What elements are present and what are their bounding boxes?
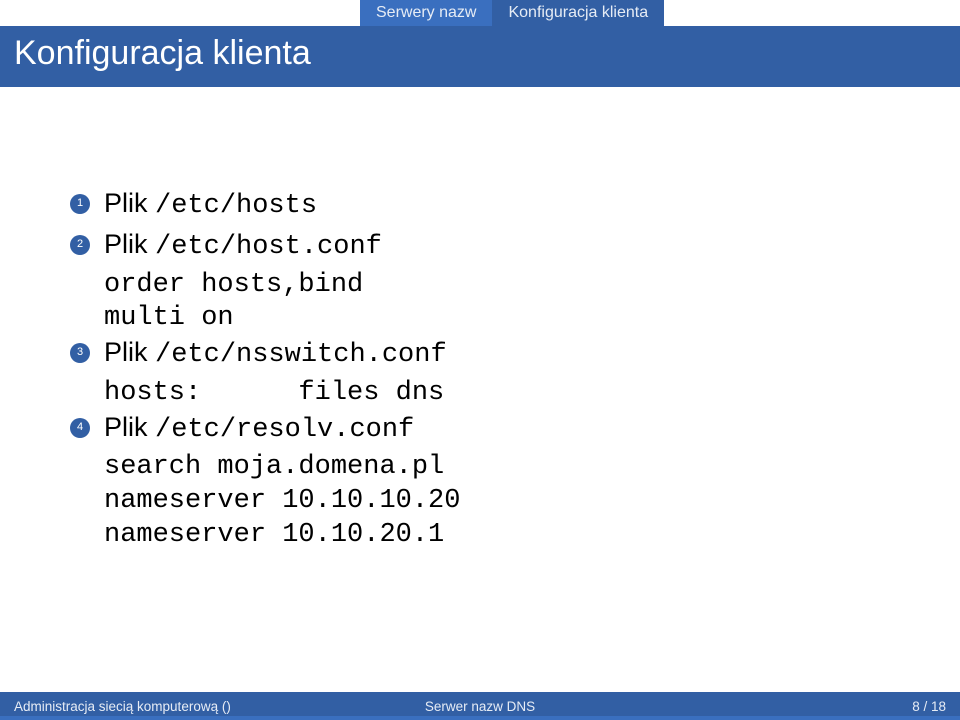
code-line: order hosts,bind xyxy=(104,269,920,303)
code-line: hosts: files dns xyxy=(104,377,920,411)
item-text: Plik /etc/resolv.conf xyxy=(104,411,414,448)
item-text: Plik /etc/host.conf xyxy=(104,228,382,265)
item-text: Plik /etc/hosts xyxy=(104,187,317,224)
section-tabs: Serwery nazw Konfiguracja klienta xyxy=(0,0,960,26)
list-item: 2 Plik /etc/host.conf xyxy=(70,228,920,265)
item-text: Plik /etc/nsswitch.conf xyxy=(104,336,447,373)
footer-page-number: 8 / 18 xyxy=(912,699,946,714)
file-path: /etc/nsswitch.conf xyxy=(155,340,447,370)
file-path: /etc/hosts xyxy=(155,191,317,221)
code-line: search moja.domena.pl xyxy=(104,451,920,485)
footer-left: Administracja siecią komputerową () xyxy=(14,699,231,714)
file-path: /etc/host.conf xyxy=(155,232,382,262)
item-number-icon: 2 xyxy=(70,235,90,255)
slide: Serwery nazw Konfiguracja klienta Konfig… xyxy=(0,0,960,720)
item-number-icon: 4 xyxy=(70,418,90,438)
code-line: nameserver 10.10.20.1 xyxy=(104,519,920,553)
item-number-icon: 3 xyxy=(70,343,90,363)
file-path: /etc/resolv.conf xyxy=(155,415,414,445)
item-number-icon: 1 xyxy=(70,194,90,214)
tab-serwery-nazw[interactable]: Serwery nazw xyxy=(360,0,492,26)
tab-konfiguracja-klienta[interactable]: Konfiguracja klienta xyxy=(492,0,664,26)
list-item: 1 Plik /etc/hosts xyxy=(70,187,920,224)
code-line: multi on xyxy=(104,302,920,336)
list-item: 3 Plik /etc/nsswitch.conf xyxy=(70,336,920,373)
footer-center: Serwer nazw DNS xyxy=(425,699,535,714)
slide-content: 1 Plik /etc/hosts 2 Plik /etc/host.conf … xyxy=(0,87,960,720)
footer-accent xyxy=(0,716,960,720)
code-line: nameserver 10.10.10.20 xyxy=(104,485,920,519)
list-item: 4 Plik /etc/resolv.conf xyxy=(70,411,920,448)
slide-title: Konfiguracja klienta xyxy=(0,26,960,87)
